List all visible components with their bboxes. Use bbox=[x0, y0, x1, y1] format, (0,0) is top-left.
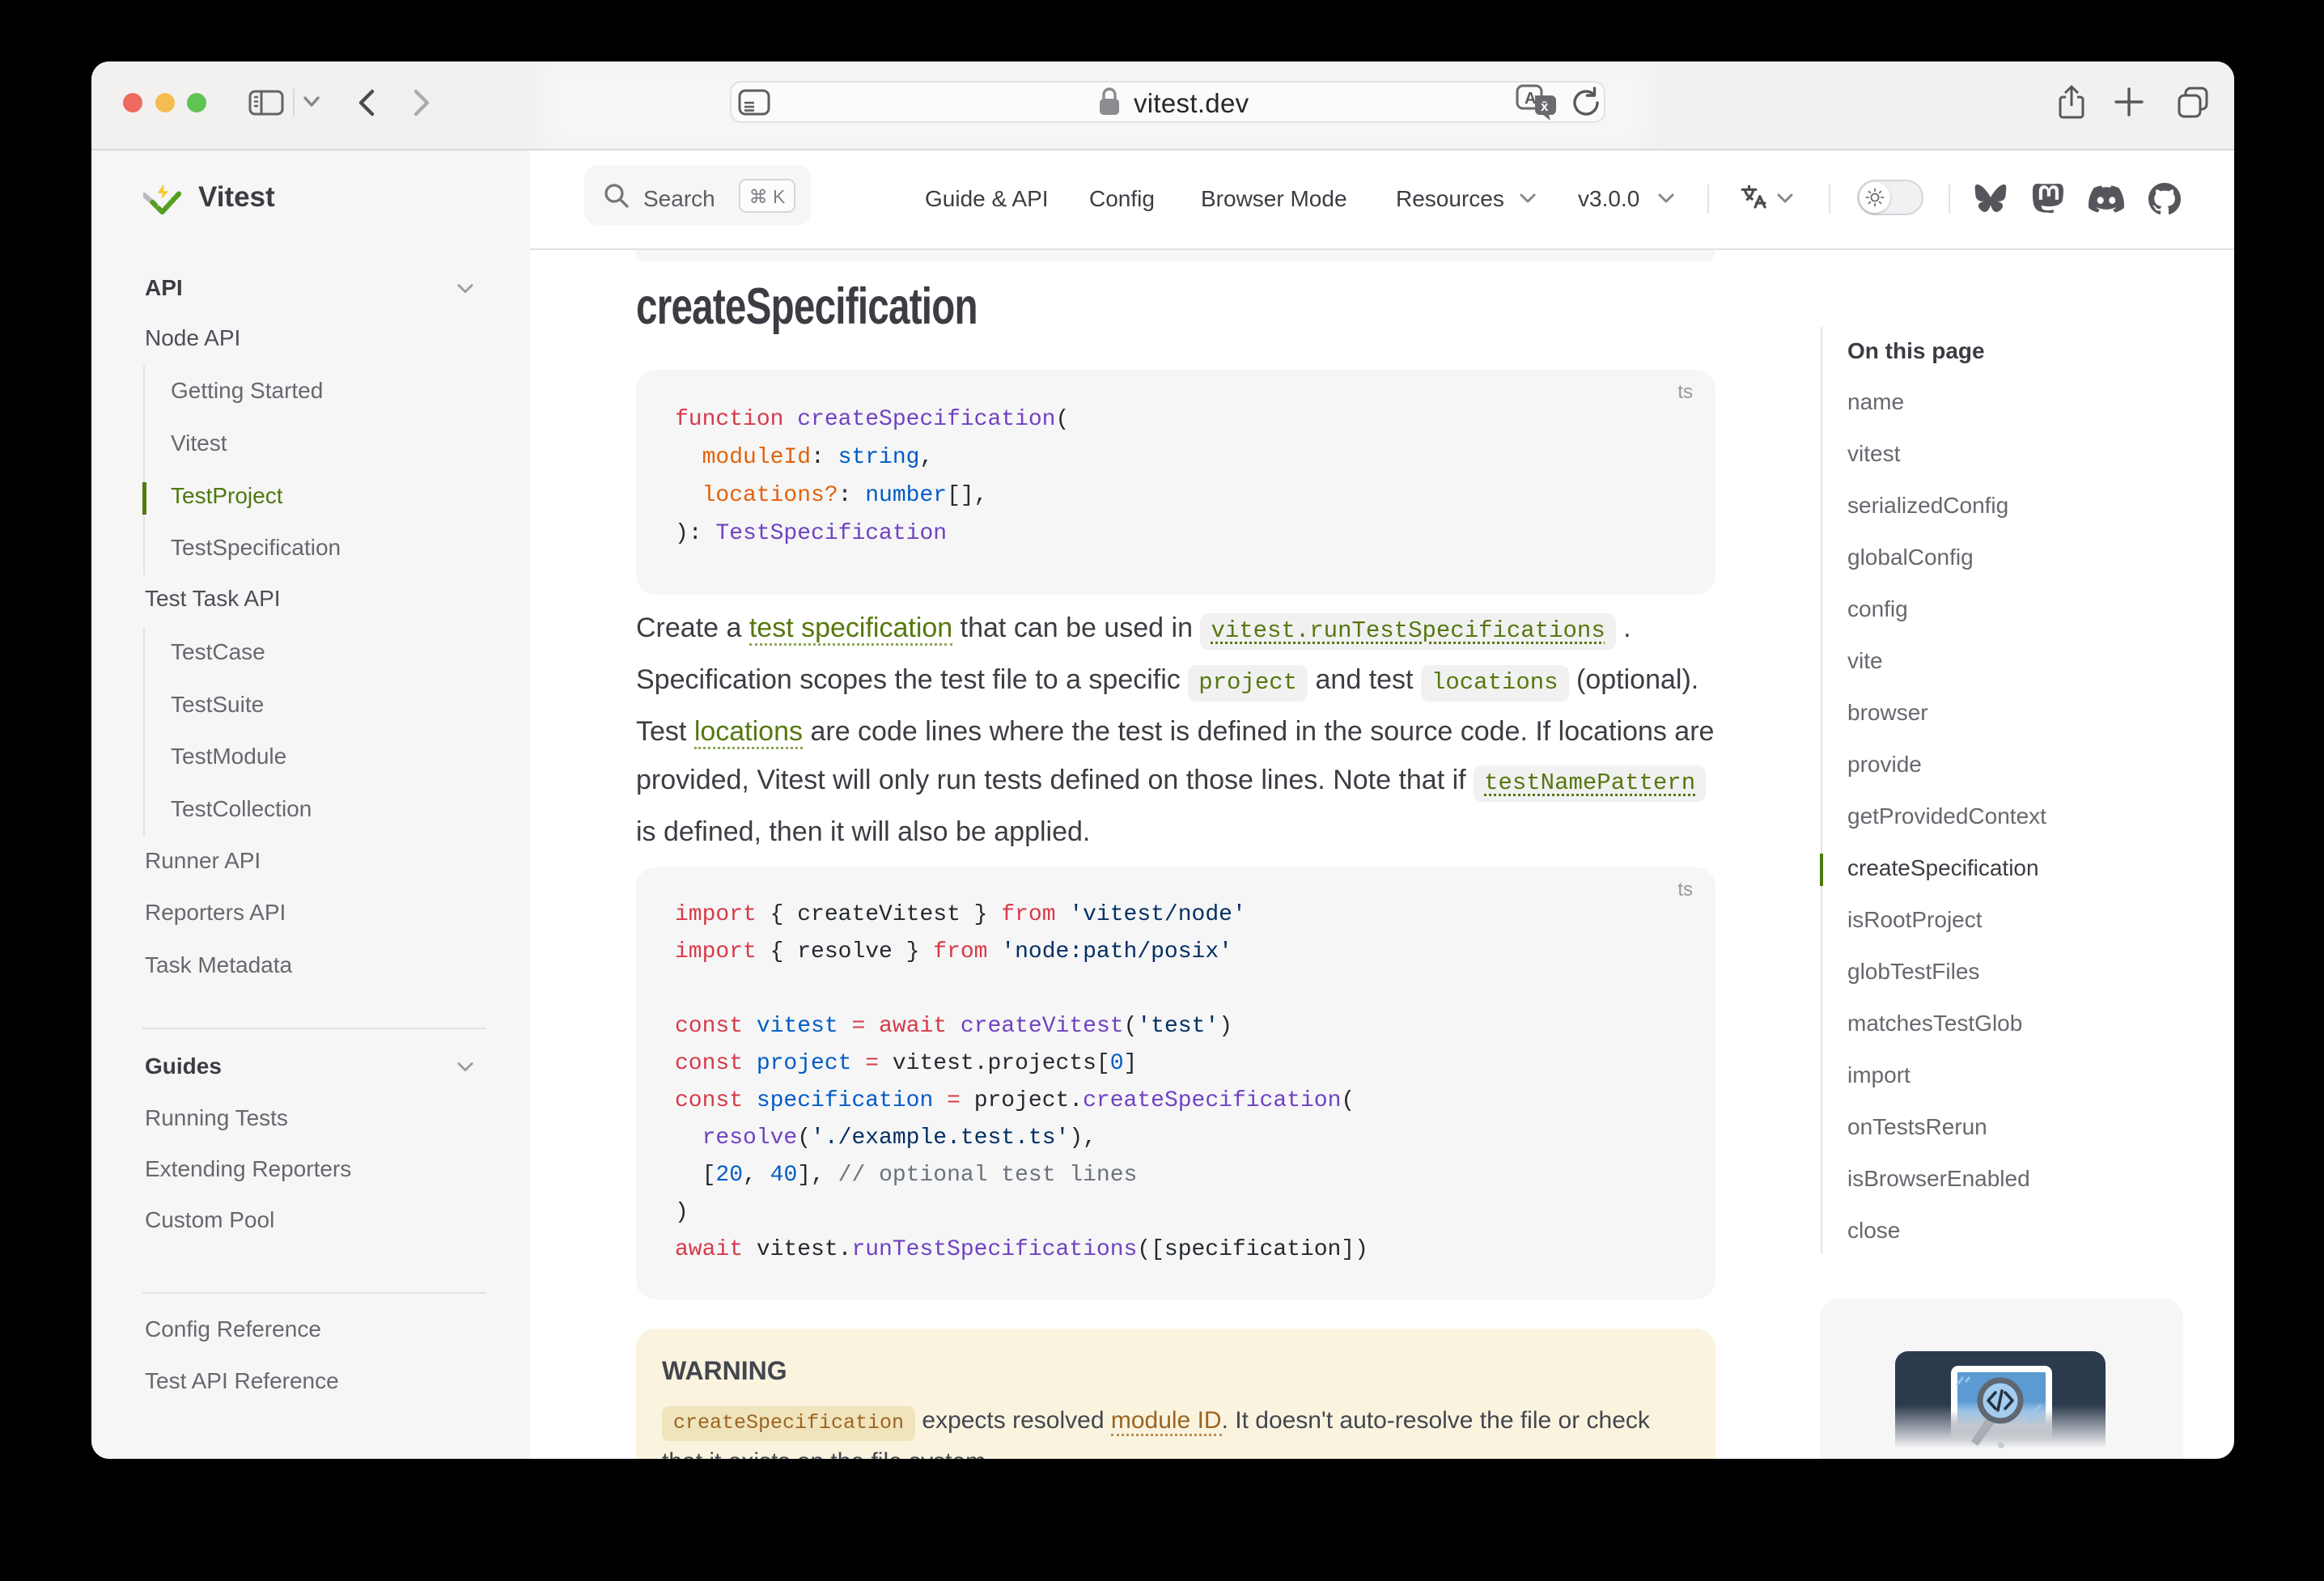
svg-text:A: A bbox=[1525, 90, 1536, 108]
svg-text:x̄: x̄ bbox=[1541, 99, 1549, 114]
